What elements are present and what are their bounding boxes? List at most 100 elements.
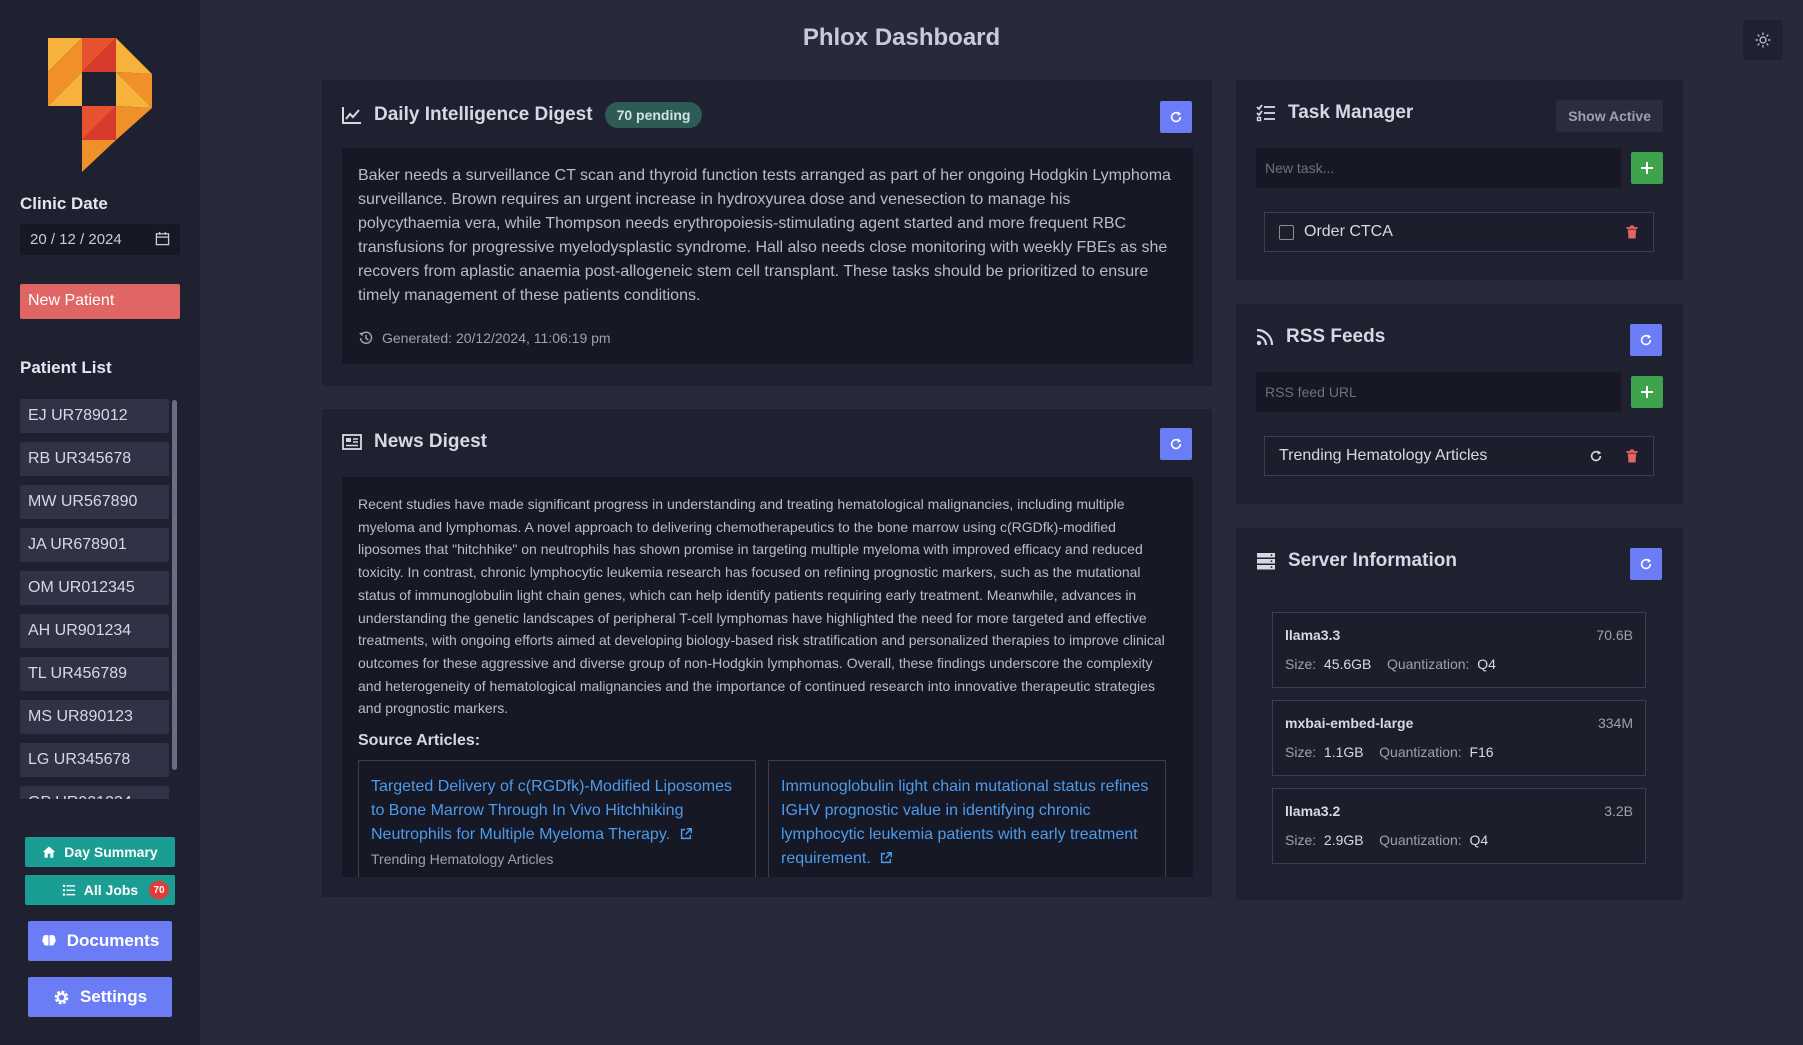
sun-icon: [1755, 32, 1771, 48]
server-refresh-button[interactable]: [1630, 548, 1662, 580]
settings-button[interactable]: Settings: [28, 977, 172, 1017]
model-quantization: Q4: [1469, 832, 1489, 848]
patient-list-item[interactable]: GP UR901234: [20, 786, 169, 799]
phlox-logo-icon: [48, 38, 152, 172]
source-articles-list: Targeted Delivery of c(RGDfk)-Modified L…: [358, 760, 1177, 877]
show-active-button[interactable]: Show Active: [1556, 100, 1663, 132]
model-quantization: F16: [1469, 744, 1494, 760]
patient-list-item[interactable]: JA UR678901: [20, 528, 169, 562]
newspaper-icon: [342, 434, 362, 450]
day-summary-label: Day Summary: [64, 844, 158, 860]
rss-icon: [1256, 328, 1274, 346]
new-patient-button[interactable]: New Patient: [20, 284, 180, 319]
server-info-title: Server Information: [1288, 550, 1457, 571]
page-title: Phlox Dashboard: [802, 24, 1001, 51]
documents-button[interactable]: Documents: [28, 921, 172, 961]
refresh-feed-icon[interactable]: [1589, 449, 1603, 463]
refresh-icon: [1640, 334, 1652, 346]
source-article-card: Targeted Delivery of c(RGDfk)-Modified L…: [358, 760, 756, 877]
patient-list-item[interactable]: EJ UR789012: [20, 399, 169, 433]
model-meta: Size: 45.6GB Quantization: Q4: [1285, 656, 1633, 672]
patient-list-item[interactable]: TL UR456789: [20, 657, 169, 691]
theme-toggle-button[interactable]: [1743, 20, 1783, 60]
new-task-input[interactable]: New task...: [1256, 148, 1621, 188]
model-meta: Size: 2.9GB Quantization: Q4: [1285, 832, 1633, 848]
news-digest-panel: News Digest Recent studies have made sig…: [322, 409, 1212, 897]
task-manager-title: Task Manager: [1288, 102, 1414, 123]
model-name: llama3.3: [1285, 627, 1341, 643]
model-size: 2.9GB: [1323, 832, 1364, 848]
refresh-icon: [1640, 558, 1652, 570]
model-quantization: Q4: [1477, 656, 1496, 672]
task-item: Order CTCA: [1264, 212, 1654, 252]
model-params: 70.6B: [1596, 627, 1633, 643]
news-refresh-button[interactable]: [1160, 428, 1192, 460]
day-summary-button[interactable]: Day Summary: [25, 837, 175, 867]
trash-icon[interactable]: [1625, 449, 1639, 463]
model-params: 3.2B: [1604, 803, 1633, 819]
brain-icon: [41, 935, 56, 946]
external-link-icon: [680, 828, 692, 840]
patient-list-item[interactable]: RB UR345678: [20, 442, 169, 476]
model-params: 334M: [1597, 715, 1633, 731]
list-icon: [62, 884, 75, 896]
add-feed-button[interactable]: [1631, 376, 1663, 408]
source-article-card: Immunoglobulin light chain mutational st…: [768, 760, 1166, 877]
rss-refresh-button[interactable]: [1630, 324, 1662, 356]
quantization-label: Quantization:: [1386, 656, 1470, 672]
source-article-feed: Trending Hematology Articles: [371, 851, 554, 868]
documents-label: Documents: [66, 931, 160, 950]
trash-icon[interactable]: [1625, 225, 1639, 239]
source-article-link[interactable]: Targeted Delivery of c(RGDfk)-Modified L…: [371, 775, 743, 847]
calendar-icon[interactable]: [155, 231, 170, 246]
model-meta: Size: 1.1GB Quantization: F16: [1285, 744, 1633, 760]
add-task-button[interactable]: [1631, 152, 1663, 184]
model-card: mxbai-embed-large 334M Size: 1.1GB Quant…: [1272, 700, 1646, 776]
news-content: Recent studies have made significant pro…: [342, 477, 1193, 877]
model-size: 45.6GB: [1323, 656, 1372, 672]
digest-generated: Generated: 20/12/2024, 11:06:19 pm: [358, 330, 611, 346]
model-card: llama3.2 3.2B Size: 2.9GB Quantization: …: [1272, 788, 1646, 864]
patient-list-scrollbar[interactable]: [172, 400, 177, 770]
clinic-date-input[interactable]: 20 / 12 / 2024: [20, 224, 180, 255]
plus-icon: [1641, 386, 1653, 398]
digest-refresh-button[interactable]: [1160, 101, 1192, 133]
refresh-icon: [1170, 111, 1182, 123]
rss-url-input[interactable]: RSS feed URL: [1256, 372, 1621, 412]
source-articles-label: Source Articles:: [358, 732, 481, 750]
news-digest-title: News Digest: [374, 431, 487, 452]
model-name: mxbai-embed-large: [1285, 715, 1414, 731]
daily-digest-panel: Daily Intelligence Digest 70 pending Bak…: [322, 80, 1212, 386]
sidebar: Clinic Date 20 / 12 / 2024 New Patient P…: [0, 0, 200, 1045]
rss-feed-item: Trending Hematology Articles: [1264, 436, 1654, 476]
settings-label: Settings: [79, 987, 148, 1006]
clinic-date-value: 20 / 12 / 2024: [30, 231, 122, 248]
server-info-panel: Server Information llama3.3 70.6B Size: …: [1236, 528, 1683, 900]
patient-list-item[interactable]: MW UR567890: [20, 485, 169, 519]
quantization-label: Quantization:: [1379, 744, 1462, 760]
rss-feeds-title: RSS Feeds: [1286, 326, 1386, 347]
patient-list-item[interactable]: LG UR345678: [20, 743, 169, 777]
server-icon: [1257, 553, 1275, 570]
source-article-title: Immunoglobulin light chain mutational st…: [781, 778, 1149, 868]
external-link-icon: [881, 852, 893, 864]
all-jobs-label: All Jobs: [83, 882, 139, 898]
patient-list-item[interactable]: AH UR901234: [20, 614, 169, 648]
task-checkbox[interactable]: [1279, 224, 1294, 240]
patient-list-item[interactable]: OM UR012345: [20, 571, 169, 605]
model-size: 1.1GB: [1323, 744, 1364, 760]
all-jobs-button[interactable]: All Jobs 70: [25, 875, 175, 905]
source-article-link[interactable]: Immunoglobulin light chain mutational st…: [781, 775, 1153, 871]
patient-list: EJ UR789012 RB UR345678 MW UR567890 JA U…: [20, 399, 170, 799]
size-label: Size:: [1285, 832, 1317, 848]
plus-icon: [1641, 162, 1653, 174]
patient-list-label: Patient List: [20, 358, 112, 377]
model-name: llama3.2: [1285, 803, 1341, 819]
chart-line-icon: [342, 107, 361, 124]
patient-list-item[interactable]: MS UR890123: [20, 700, 169, 734]
all-jobs-count-badge: 70: [149, 881, 169, 899]
daily-digest-title: Daily Intelligence Digest: [374, 104, 593, 125]
rss-feed-label: Trending Hematology Articles: [1279, 447, 1488, 464]
size-label: Size:: [1285, 656, 1317, 672]
rss-feeds-panel: RSS Feeds RSS feed URL Trending Hematolo…: [1236, 304, 1683, 504]
